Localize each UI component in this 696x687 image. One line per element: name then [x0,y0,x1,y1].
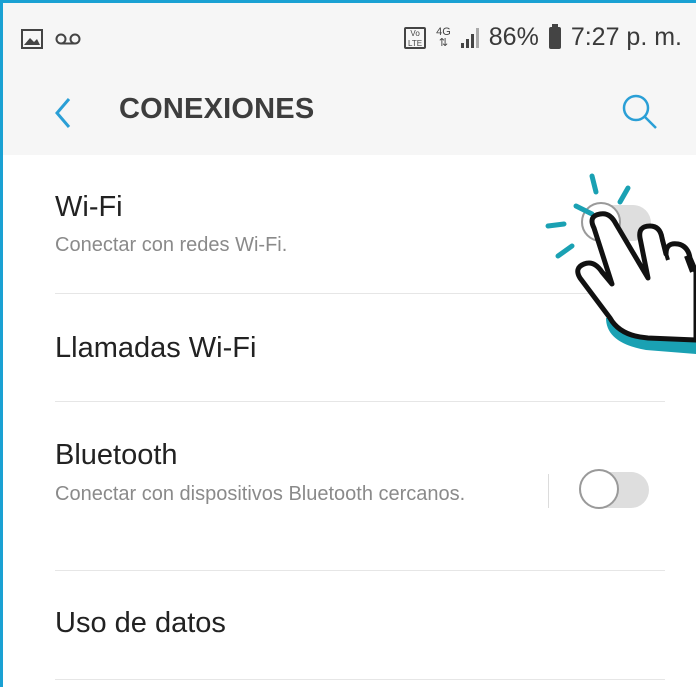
clock: 7:27 p. m. [570,23,682,51]
volte-icon: Vo LTE [404,26,427,49]
data-usage-title: Uso de datos [55,607,226,639]
wifi-subtitle: Conectar con redes Wi-Fi. [55,234,288,256]
toggle-knob [581,202,621,242]
vertical-separator [548,474,549,508]
wifi-setting[interactable]: Wi-Fi Conectar con redes Wi-Fi. [3,155,696,293]
wifi-title: Wi-Fi [55,191,123,223]
signal-icon [460,27,479,48]
battery-icon [548,23,561,49]
settings-list: Wi-Fi Conectar con redes Wi-Fi. Llamadas… [3,155,696,687]
wifi-calling-setting[interactable]: Llamadas Wi-Fi [3,294,696,401]
chevron-left-icon[interactable] [49,93,79,133]
wifi-calling-title: Llamadas Wi-Fi [55,332,257,364]
app-bar: CONEXIONES [3,71,696,155]
battery-percent: 86% [488,23,539,51]
status-bar: Vo LTE 4G ⇅ 86% 7:27 p. m. [3,3,696,71]
page-title: CONEXIONES [119,93,315,125]
voicemail-icon [55,32,81,51]
bluetooth-subtitle: Conectar con dispositivos Bluetooth cerc… [55,483,466,505]
divider [55,679,665,680]
4g-icon: 4G ⇅ [436,25,451,49]
data-usage-setting[interactable]: Uso de datos [3,571,696,679]
bluetooth-title: Bluetooth [55,439,178,471]
bluetooth-toggle[interactable] [579,469,649,509]
wifi-toggle[interactable] [581,202,651,242]
bluetooth-setting[interactable]: Bluetooth Conectar con dispositivos Blue… [3,402,696,570]
search-icon[interactable] [619,91,659,131]
toggle-knob [579,469,619,509]
image-icon [21,29,43,54]
